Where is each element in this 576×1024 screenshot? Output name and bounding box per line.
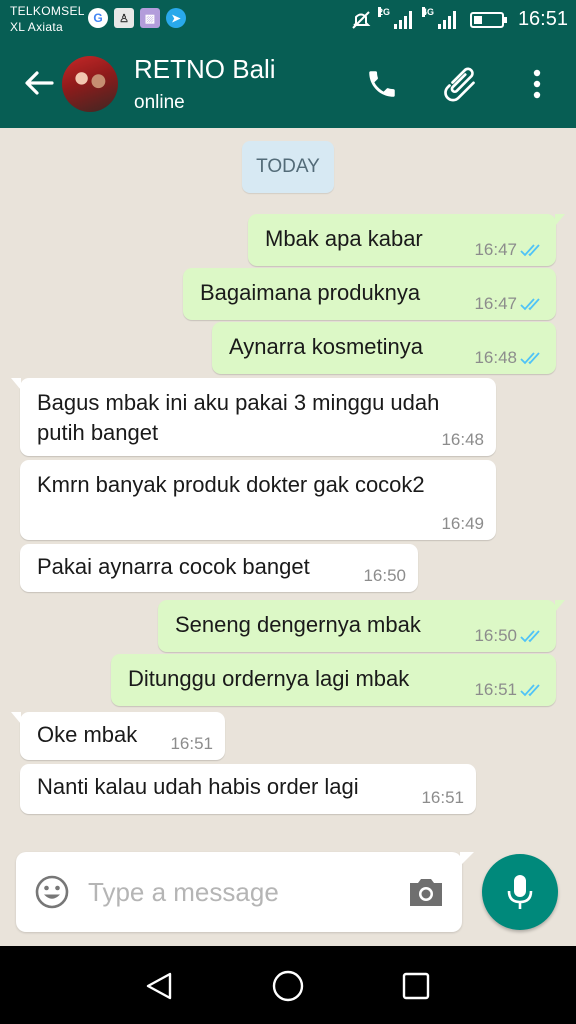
message-meta: 16:48 — [474, 348, 544, 368]
message-time: 16:50 — [363, 566, 406, 585]
back-arrow-icon[interactable] — [22, 66, 56, 100]
carrier-name-1: TELKOMSEL — [10, 4, 85, 18]
chat-header: RETNO Bali online — [0, 40, 576, 128]
clock: 16:51 — [517, 8, 568, 30]
composer-tail — [460, 852, 474, 866]
message-bubble-outgoing[interactable]: Bagaimana produknya 16:47 — [183, 268, 556, 320]
message-composer — [16, 852, 474, 932]
system-indicators: 2G 4G 16:51 — [350, 6, 568, 31]
notification-icon: ♙ — [114, 8, 134, 28]
message-text: Oke mbak — [37, 722, 138, 747]
notification-icons: G ♙ ▨ ➤ — [88, 8, 186, 28]
contact-name[interactable]: RETNO Bali — [134, 54, 276, 85]
call-button[interactable] — [362, 64, 402, 104]
message-time: 16:48 — [441, 430, 484, 449]
more-vert-icon — [533, 69, 541, 99]
carrier-name-2: XL Axiata — [10, 20, 63, 34]
status-bar: TELKOMSEL XL Axiata G ♙ ▨ ➤ 2G 4G 16:51 — [0, 0, 576, 40]
message-text: Mbak apa kabar — [265, 226, 423, 251]
message-time: 16:48 — [474, 348, 517, 367]
telegram-icon: ➤ — [166, 8, 186, 28]
camera-icon[interactable] — [406, 874, 446, 910]
emoji-icon[interactable] — [34, 874, 70, 910]
more-options-button[interactable] — [517, 64, 557, 104]
message-text: Aynarra kosmetinya — [229, 334, 424, 359]
message-time: 16:47 — [474, 294, 517, 313]
message-text: Pakai aynarra cocok banget — [37, 554, 310, 579]
message-bubble-outgoing[interactable]: Mbak apa kabar 16:47 — [248, 214, 565, 266]
read-ticks-icon — [520, 352, 540, 365]
message-meta: 16:49 — [441, 514, 484, 534]
message-bubble-incoming[interactable]: Bagus mbak ini aku pakai 3 minggu udah p… — [11, 378, 496, 456]
bubble-tail — [555, 214, 565, 226]
message-text: Bagaimana produknya — [200, 280, 421, 305]
message-input[interactable] — [88, 872, 398, 912]
contact-status: online — [134, 92, 185, 113]
read-ticks-icon — [520, 244, 540, 257]
message-bubble-incoming[interactable]: Pakai aynarra cocok banget 16:50 — [20, 544, 418, 592]
message-bubble-incoming[interactable]: Nanti kalau udah habis order lagi 16:51 — [20, 764, 476, 814]
bubble-tail — [555, 600, 565, 612]
system-navigation-bar — [0, 946, 576, 1024]
message-list[interactable]: TODAY Mbak apa kabar 16:47 Bagaimana pro… — [0, 128, 576, 946]
google-icon: G — [88, 8, 108, 28]
network-type-1: 2G — [377, 6, 390, 17]
voice-record-button[interactable] — [482, 854, 558, 930]
attach-button[interactable] — [440, 64, 480, 104]
message-bubble-incoming[interactable]: Kmrn banyak produk dokter gak cocok2 16:… — [20, 460, 496, 540]
nav-recent-apps-icon[interactable] — [396, 966, 436, 1006]
gallery-icon: ▨ — [140, 8, 160, 28]
message-time: 16:51 — [170, 734, 213, 753]
read-ticks-icon — [520, 298, 540, 311]
nav-home-icon[interactable] — [268, 966, 308, 1006]
message-meta: 16:47 — [474, 294, 544, 314]
network-type-2: 4G — [421, 6, 434, 17]
signal-icon: 4G — [421, 6, 456, 29]
message-meta: 16:50 — [363, 566, 406, 586]
message-time: 16:51 — [421, 788, 464, 807]
message-time: 16:51 — [474, 680, 517, 699]
battery-level — [473, 15, 482, 24]
message-time: 16:49 — [441, 514, 484, 533]
message-text: Kmrn banyak produk dokter gak cocok2 — [37, 472, 425, 497]
message-meta: 16:51 — [474, 680, 544, 700]
nav-back-icon[interactable] — [140, 966, 180, 1006]
message-text: Bagus mbak ini aku pakai 3 minggu udah p… — [37, 390, 440, 445]
message-meta: 16:51 — [421, 788, 464, 808]
avatar[interactable] — [62, 56, 118, 112]
message-time: 16:50 — [474, 626, 517, 645]
message-meta: 16:50 — [474, 626, 544, 646]
bubble-tail — [11, 712, 21, 724]
message-bubble-outgoing[interactable]: Aynarra kosmetinya 16:48 — [212, 322, 556, 374]
signal-icon: 2G — [377, 6, 412, 29]
bubble-tail — [11, 378, 21, 390]
microphone-icon — [507, 875, 533, 909]
message-bubble-outgoing[interactable]: Ditunggu ordernya lagi mbak 16:51 — [111, 654, 556, 706]
message-meta: 16:48 — [441, 430, 484, 450]
message-meta: 16:51 — [170, 734, 213, 754]
message-meta: 16:47 — [474, 240, 544, 260]
read-ticks-icon — [520, 630, 540, 643]
carrier-labels: TELKOMSEL XL Axiata — [10, 3, 85, 35]
message-bubble-incoming[interactable]: Oke mbak 16:51 — [11, 712, 225, 760]
date-divider: TODAY — [242, 141, 334, 193]
paperclip-icon — [444, 67, 475, 102]
read-ticks-icon — [520, 684, 540, 697]
message-time: 16:47 — [474, 240, 517, 259]
battery-icon — [469, 11, 507, 28]
phone-icon — [369, 71, 395, 97]
message-text: Ditunggu ordernya lagi mbak — [128, 666, 410, 691]
message-text: Nanti kalau udah habis order lagi — [37, 774, 359, 799]
message-text: Seneng dengernya mbak — [175, 612, 421, 637]
message-bubble-outgoing[interactable]: Seneng dengernya mbak 16:50 — [158, 600, 565, 652]
mute-icon — [352, 10, 371, 29]
